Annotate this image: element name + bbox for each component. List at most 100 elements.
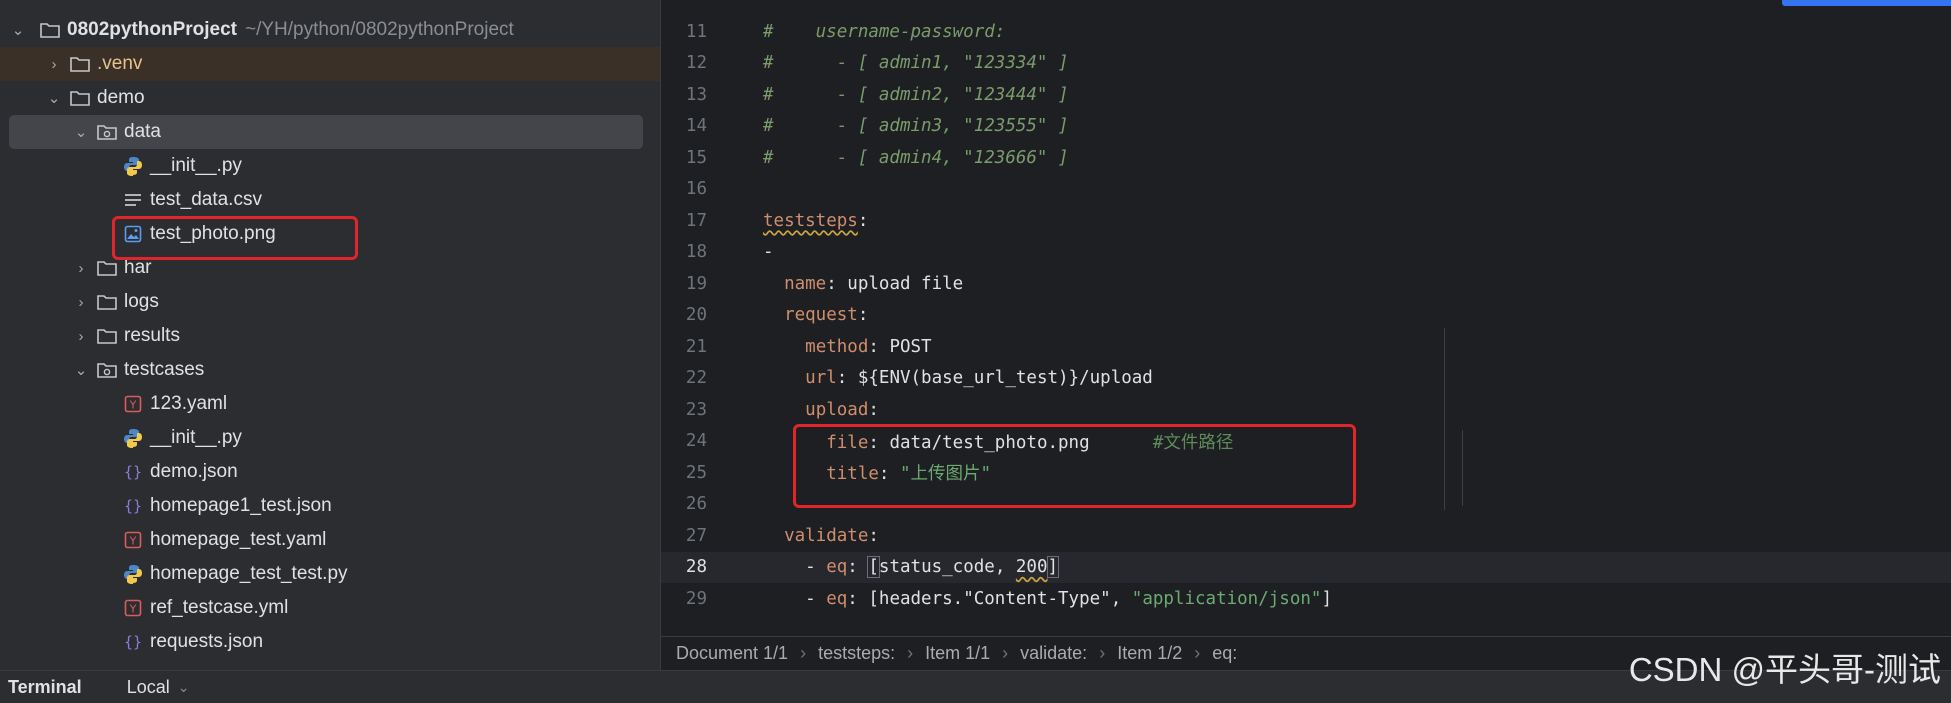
tree-item[interactable]: {} homepage1_test.json	[0, 489, 660, 523]
tab-local[interactable]: Local	[127, 677, 170, 698]
code-line[interactable]: 16	[661, 174, 1951, 205]
code-token: status_code,	[878, 557, 1016, 577]
code-token: 200	[1015, 557, 1048, 577]
code-token: : upload file	[826, 273, 964, 294]
highlight-box-code	[793, 424, 1356, 508]
chevron-right-icon: ›	[800, 643, 807, 663]
chevron-right-icon: ›	[1002, 643, 1009, 663]
tab-terminal[interactable]: Terminal	[8, 677, 82, 698]
breadcrumb-item[interactable]: Item 1/2	[1117, 643, 1182, 664]
code-text: # - [ admin4, "123666" ]	[763, 148, 1069, 168]
line-number: 11	[685, 21, 707, 42]
svg-text:{}: {}	[124, 497, 142, 515]
breadcrumb-item[interactable]: teststeps:	[818, 643, 895, 664]
folder-icon	[69, 87, 91, 109]
tree-item[interactable]: Yref_testcase.yml	[0, 591, 660, 625]
code-token: request	[784, 305, 858, 325]
code-line[interactable]: 20 request:	[661, 300, 1951, 331]
code-token: teststeps	[763, 210, 858, 231]
code-token: -	[763, 242, 774, 262]
tree-item[interactable]: ⌄ demo	[0, 81, 660, 115]
chevron-right-icon[interactable]: ›	[72, 294, 90, 311]
tree-item[interactable]: › results	[0, 319, 660, 353]
code-text: method: POST	[763, 336, 932, 357]
breadcrumb-item[interactable]: validate:	[1020, 643, 1087, 664]
package-folder-icon	[96, 359, 118, 381]
tree-item[interactable]: {} requests.json	[0, 625, 660, 659]
code-line[interactable]: 11 # username-password:	[661, 16, 1951, 47]
tree-item[interactable]: {} demo.json	[0, 455, 660, 489]
code-token: : POST	[868, 336, 932, 357]
code-line[interactable]: 14 # - [ admin3, "123555" ]	[661, 111, 1951, 142]
tree-item[interactable]: Yhomepage_test.yaml	[0, 523, 660, 557]
code-token: # username-password:	[763, 21, 1006, 42]
code-token: upload	[805, 399, 869, 420]
code-token: eq	[826, 588, 848, 609]
folder-icon	[96, 291, 118, 313]
tree-item[interactable]: ⌄ data	[9, 115, 643, 149]
tree-item[interactable]: __init__.py	[0, 421, 660, 455]
tree-item[interactable]: homepage_test_test.py	[0, 557, 660, 591]
tree-item[interactable]: › logs	[0, 285, 660, 319]
chevron-down-icon[interactable]: ⌄	[45, 89, 63, 107]
code-editor[interactable]: 11 # username-password: 12 # - [ admin1, "1…	[660, 0, 1951, 636]
breadcrumb-item[interactable]: eq:	[1212, 643, 1237, 664]
breadcrumb-item[interactable]: Document 1/1	[676, 643, 788, 664]
code-line[interactable]: 27 validate:	[661, 520, 1951, 551]
svg-text:{}: {}	[124, 633, 142, 651]
chevron-right-icon[interactable]: ›	[45, 56, 63, 73]
text-file-icon	[122, 189, 144, 211]
chevron-down-icon[interactable]: ⌄	[178, 679, 190, 696]
tree-item[interactable]: __init__.py	[0, 149, 660, 183]
code-line[interactable]: 18 -	[661, 237, 1951, 268]
line-number: 29	[685, 588, 707, 609]
code-token: method	[805, 336, 869, 357]
code-text: name: upload file	[763, 274, 963, 294]
code-line[interactable]: 29 - eq: [headers."Content-Type", "appli…	[661, 583, 1951, 614]
code-text: request:	[763, 305, 868, 325]
svg-text:Y: Y	[129, 603, 137, 616]
code-line[interactable]: 28 - eq: [status_code, 200]	[661, 551, 1951, 583]
tree-item[interactable]: Y 123.yaml	[0, 387, 660, 421]
tree-item-label: ref_testcase.yml	[150, 597, 289, 618]
tree-item-label: requests.json	[150, 631, 264, 652]
tree-item-label: __init__.py	[150, 155, 242, 176]
code-token: :	[868, 525, 879, 546]
code-token: validate	[784, 525, 869, 546]
line-number: 13	[685, 84, 707, 105]
json-icon: {}	[122, 495, 144, 517]
breadcrumb-item[interactable]: Item 1/1	[925, 643, 990, 664]
code-token: # - [ admin3, "123555" ]	[763, 116, 1069, 136]
json-icon: {}	[122, 461, 144, 483]
code-line[interactable]: 12 # - [ admin1, "123334" ]	[661, 48, 1951, 79]
chevron-down-icon[interactable]: ⌄	[72, 361, 90, 379]
root-path: ~/YH/python/0802pythonProject	[245, 19, 514, 40]
tree-item-label: testcases	[124, 359, 205, 380]
chevron-right-icon[interactable]: ›	[72, 328, 90, 345]
code-token: "application/json"	[1131, 588, 1322, 609]
chevron-right-icon[interactable]: ›	[72, 260, 90, 277]
tree-item[interactable]: test_data.csv	[0, 183, 660, 217]
code-line[interactable]: 19 name: upload file	[661, 268, 1951, 299]
chevron-down-icon[interactable]: ⌄	[72, 123, 90, 141]
line-number: 25	[685, 462, 707, 483]
code-line[interactable]: 21 method: POST	[661, 331, 1951, 362]
tree-item[interactable]: ⌄ testcases	[0, 353, 660, 387]
chevron-down-icon[interactable]: ⌄	[9, 21, 27, 39]
line-number: 17	[685, 210, 707, 231]
code-line[interactable]: 22 url: ${ENV(base_url_test)}/upload	[661, 363, 1951, 394]
code-token: ]	[1046, 556, 1060, 578]
folder-icon	[96, 325, 118, 347]
tree-item-label: logs	[124, 291, 159, 312]
code-line[interactable]: 15 # - [ admin4, "123666" ]	[661, 142, 1951, 173]
code-line[interactable]	[661, 0, 1951, 15]
tree-item-root[interactable]: ⌄ 0802pythonProject ~/YH/python/0802pyth…	[0, 13, 660, 47]
code-line[interactable]: 23 upload:	[661, 394, 1951, 425]
code-line[interactable]: 17 teststeps:	[661, 205, 1951, 236]
tree-item-label: homepage_test_test.py	[150, 563, 348, 584]
tree-item[interactable]: › .venv	[0, 47, 660, 81]
code-line[interactable]: 13 # - [ admin2, "123444" ]	[661, 79, 1951, 110]
tree-item-label: .venv	[97, 53, 143, 74]
